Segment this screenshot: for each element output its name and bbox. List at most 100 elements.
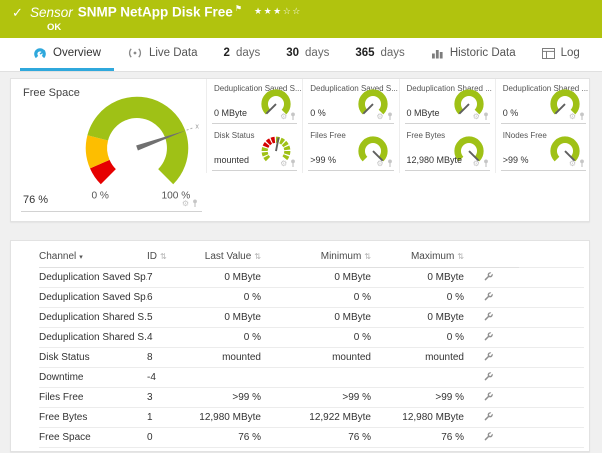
pin-icon[interactable] (483, 112, 489, 121)
svg-text:0 %: 0 % (91, 191, 108, 202)
gauge-tools: ⚙ (473, 159, 489, 168)
wrench-icon[interactable] (484, 412, 493, 421)
wrench-icon[interactable] (484, 392, 493, 401)
tab-30-days[interactable]: 30days (273, 38, 342, 71)
col-channel[interactable]: Channel▾ (39, 245, 147, 268)
gauge-panel-inodes-free[interactable]: INodes Free>99 %⚙ (495, 126, 590, 173)
tab-number: 2 (224, 47, 230, 59)
gear-icon[interactable]: ⚙ (280, 160, 287, 168)
id-cell: 2 (147, 448, 195, 453)
col-label: Last Value (205, 251, 252, 262)
pin-icon[interactable] (290, 159, 296, 168)
col-last-value[interactable]: Last Value⇅ (195, 245, 261, 268)
wrench-icon[interactable] (484, 292, 493, 301)
tab-overview[interactable]: Overview (20, 38, 114, 71)
tab-365-days[interactable]: 365days (342, 38, 417, 71)
gear-icon[interactable]: ⚙ (280, 113, 287, 121)
gauge-panel-disk-status[interactable]: Disk Statusmounted⚙ (206, 126, 302, 173)
wrench-icon[interactable] (484, 332, 493, 341)
gear-icon[interactable]: ⚙ (376, 160, 383, 168)
gauge-title: INodes Free (503, 131, 547, 140)
channel-settings-cell (464, 388, 519, 408)
tab-log[interactable]: Log (529, 38, 593, 71)
filler-cell (519, 288, 584, 308)
col-label: ID (147, 251, 157, 262)
wrench-icon[interactable] (484, 312, 493, 321)
pin-icon[interactable] (387, 159, 393, 168)
pin-icon[interactable] (387, 112, 393, 121)
id-cell: 5 (147, 308, 195, 328)
tab-settings[interactable]: ⚙Settings (593, 38, 602, 71)
gear-icon[interactable]: ⚙ (376, 113, 383, 121)
channel-cell: Downtime (39, 368, 147, 388)
id-cell: 8 (147, 348, 195, 368)
gauge-panel-deduplication-saved-s[interactable]: Deduplication Saved S...0 MByte⚙ (206, 79, 302, 126)
gauge-title: Disk Status (214, 131, 254, 140)
gauge-tools: ⚙ (569, 112, 585, 121)
table-header-row: Channel▾ID⇅Last Value⇅Minimum⇅Maximum⇅ (39, 245, 584, 268)
pin-icon[interactable] (579, 112, 585, 121)
live-data-icon (127, 47, 143, 59)
gear-icon[interactable]: ⚙ (473, 113, 480, 121)
minimum-cell: 76 % (261, 428, 371, 448)
channel-settings-cell (464, 328, 519, 348)
maximum-cell: 0 % (371, 288, 464, 308)
status-badge: OK (47, 22, 61, 33)
last-value-cell: 0 MByte (195, 308, 261, 328)
pin-icon[interactable] (483, 159, 489, 168)
gauge-tools: ⚙ (569, 159, 585, 168)
gear-icon[interactable]: ⚙ (473, 160, 480, 168)
id-cell: 1 (147, 408, 195, 428)
tab-historic-data[interactable]: Historic Data (418, 38, 529, 71)
pin-icon[interactable] (579, 159, 585, 168)
gauge-panel-deduplication-saved-s[interactable]: Deduplication Saved S...0 %⚙ (302, 79, 398, 126)
gear-icon[interactable]: ⚙ (569, 160, 576, 168)
id-cell: 7 (147, 268, 195, 288)
filler-cell (519, 408, 584, 428)
sort-icon: ⇅ (160, 252, 167, 261)
wrench-icon[interactable] (484, 452, 493, 453)
col-maximum[interactable]: Maximum⇅ (371, 245, 464, 268)
free-space-gauge: x0 %100 % (66, 91, 206, 205)
tab-live-data[interactable]: Live Data (114, 38, 211, 71)
sensor-label: Sensor (30, 5, 73, 20)
last-value-cell: 0 % (195, 328, 261, 348)
maximum-cell: 76 % (371, 428, 464, 448)
gauge-panel-files-free[interactable]: Files Free>99 %⚙ (302, 126, 398, 173)
pin-icon[interactable] (192, 199, 198, 208)
gear-icon[interactable]: ⚙ (569, 113, 576, 121)
divider (212, 123, 297, 124)
col-actions[interactable] (464, 245, 519, 268)
gauge-value: 0 % (503, 108, 519, 118)
priority-stars[interactable]: ★★★☆☆ (254, 6, 302, 16)
tab-2-days[interactable]: 2days (211, 38, 274, 71)
pin-icon[interactable] (290, 112, 296, 121)
sort-icon: ⇅ (364, 252, 371, 261)
channel-settings-cell (464, 348, 519, 368)
wrench-icon[interactable] (484, 272, 493, 281)
divider (21, 211, 202, 212)
last-value-cell: >99 % (195, 448, 261, 453)
divider (405, 123, 490, 124)
gear-icon[interactable]: ⚙ (182, 200, 189, 208)
wrench-icon[interactable] (484, 352, 493, 361)
divider (501, 170, 586, 171)
col-id[interactable]: ID⇅ (147, 245, 195, 268)
maximum-cell: 0 MByte (371, 308, 464, 328)
id-cell: 0 (147, 428, 195, 448)
table-row: Deduplication Shared S...40 %0 %0 % (39, 328, 584, 348)
gauge-panel-free-space[interactable]: Free Space x0 %100 % 76 % ⚙ (11, 79, 206, 214)
last-value-cell: 76 % (195, 428, 261, 448)
col-minimum[interactable]: Minimum⇅ (261, 245, 371, 268)
page-title: SNMP NetApp Disk Free (78, 5, 233, 20)
table-row: Downtime-4 (39, 368, 584, 388)
gauge-panel-deduplication-shared[interactable]: Deduplication Shared ...0 MByte⚙ (399, 79, 495, 126)
gauge-panel-free-bytes[interactable]: Free Bytes12,980 MByte⚙ (399, 126, 495, 173)
divider (212, 170, 297, 171)
sensor-title-line: SensorSNMP NetApp Disk Free⚑★★★☆☆ (30, 4, 302, 20)
wrench-icon[interactable] (484, 432, 493, 441)
wrench-icon[interactable] (484, 372, 493, 381)
gauge-panel-deduplication-shared[interactable]: Deduplication Shared ...0 %⚙ (495, 79, 590, 126)
gauges-panel: Free Space x0 %100 % 76 % ⚙ Deduplicatio… (10, 78, 590, 222)
channel-cell: Deduplication Shared S... (39, 308, 147, 328)
